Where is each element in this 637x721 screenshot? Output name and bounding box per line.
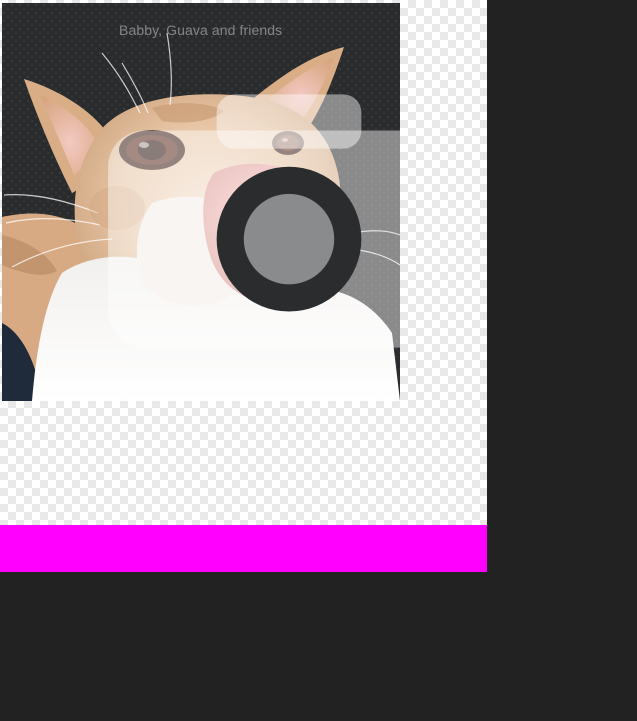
cat-photo-layer[interactable]: Babby, Guava and friends bbox=[2, 3, 400, 401]
bottom-workspace-panel bbox=[0, 572, 487, 721]
photo-caption: Babby, Guava and friends bbox=[90, 22, 400, 348]
app-window: Babby, Guava and friends bbox=[0, 0, 637, 721]
right-workspace-panel bbox=[487, 0, 637, 721]
magenta-bar bbox=[0, 525, 487, 572]
photo-caption-text: Babby, Guava and friends bbox=[119, 22, 283, 38]
image-canvas[interactable]: Babby, Guava and friends bbox=[0, 0, 487, 525]
camera-icon bbox=[90, 22, 400, 348]
